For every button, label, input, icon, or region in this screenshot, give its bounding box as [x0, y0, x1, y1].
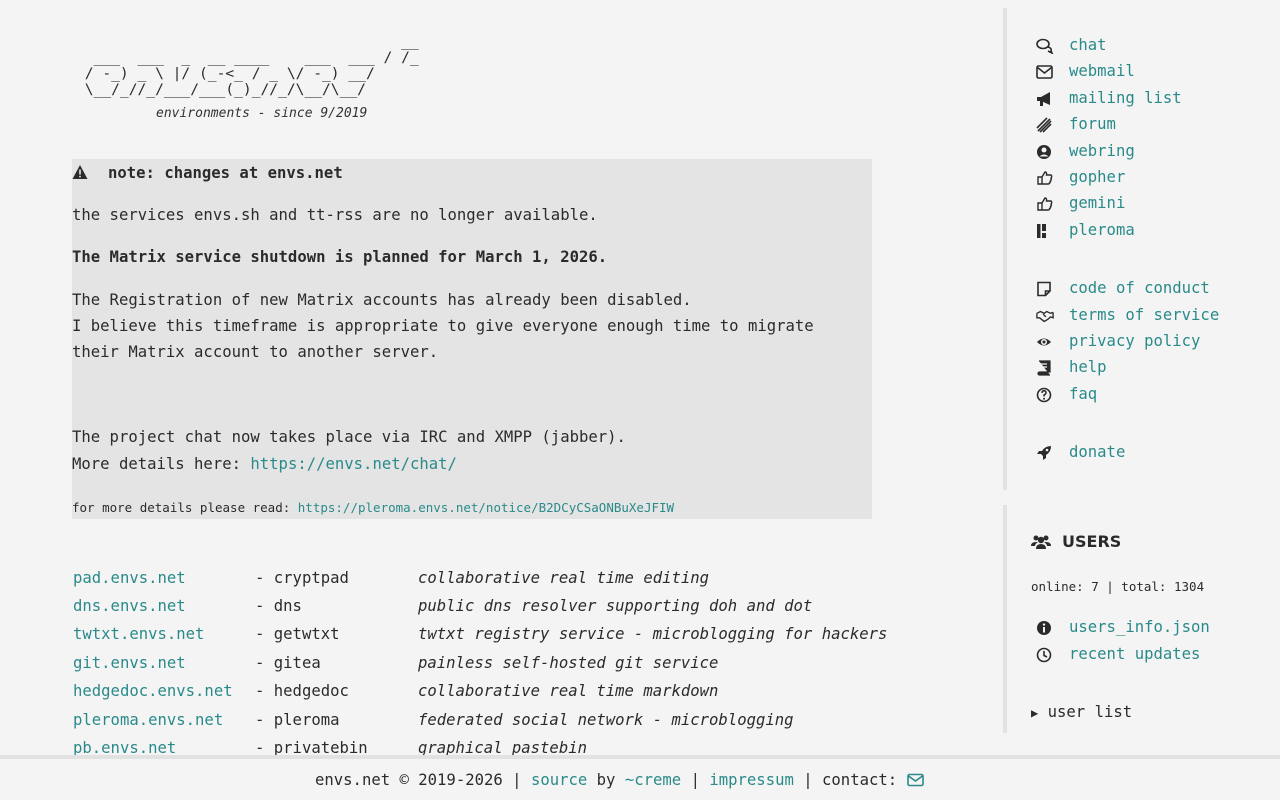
- service-software: - pleroma: [255, 711, 340, 729]
- service-host-link[interactable]: pad.envs.net: [73, 569, 186, 587]
- clock-icon: [1036, 647, 1052, 663]
- note-chat-line: The project chat now takes place via IRC…: [72, 428, 626, 446]
- envelope-icon: [906, 773, 924, 787]
- service-description: collaborative real time markdown: [418, 682, 719, 700]
- nav-link[interactable]: faq: [1069, 385, 1097, 403]
- service-host-link[interactable]: hedgedoc.envs.net: [73, 682, 233, 700]
- chat-details-link[interactable]: https://envs.net/chat/: [250, 455, 457, 473]
- users-icon: [1031, 535, 1051, 549]
- footer-separator: |: [681, 771, 710, 789]
- service-host-link[interactable]: pleroma.envs.net: [73, 711, 223, 729]
- nav-link[interactable]: chat: [1069, 36, 1107, 54]
- user-circle-icon: [1037, 145, 1051, 159]
- logo-tagline: environments - since 9/2019: [156, 106, 368, 121]
- nav-link[interactable]: donate: [1069, 443, 1125, 461]
- note-line: the services envs.sh and tt-rss are no l…: [72, 206, 598, 224]
- note-paragraph: The Registration of new Matrix accounts …: [72, 291, 692, 309]
- service-description: painless self-hosted git service: [418, 654, 719, 672]
- service-software: - privatebin: [255, 739, 368, 755]
- note-paragraph: I believe this timeframe is appropriate …: [72, 317, 814, 335]
- footer-source-link[interactable]: source: [531, 771, 587, 789]
- handshake-icon: [1036, 310, 1054, 323]
- footer: envs.net © 2019-2026 | source by ~creme …: [0, 755, 1280, 800]
- nav-link[interactable]: code of conduct: [1069, 279, 1210, 297]
- sticky-note-icon: [1037, 281, 1051, 297]
- service-software: - getwtxt: [255, 625, 340, 643]
- comments-icon: [1036, 38, 1054, 54]
- note-line-bold: The Matrix service shutdown is planned f…: [72, 248, 608, 266]
- note-paragraph: their Matrix account to another server.: [72, 343, 439, 361]
- note-box: note: changes at envs.net the services e…: [72, 159, 872, 519]
- footer-copyright: envs.net © 2019-2026 |: [315, 771, 531, 789]
- users-online-count: online: 7 | total: 1304: [1031, 579, 1205, 594]
- nav-link[interactable]: terms of service: [1069, 306, 1219, 324]
- nav-link[interactable]: gemini: [1069, 194, 1125, 212]
- disclosure-triangle-icon: ▶: [1031, 706, 1039, 720]
- service-host-link[interactable]: twtxt.envs.net: [73, 625, 204, 643]
- service-software: - hedgedoc: [255, 682, 349, 700]
- note-title: note: changes at envs.net: [108, 164, 343, 182]
- nav-link[interactable]: help: [1069, 358, 1107, 376]
- info-circle-icon: [1037, 621, 1051, 635]
- nav-link[interactable]: forum: [1069, 115, 1116, 133]
- note-chat-prefix: More details here:: [72, 455, 251, 473]
- ascii-logo: __ ___ ___ _ __ ____ ___ ___ / /_ / -_) …: [84, 33, 419, 98]
- users-panel: USERS online: 7 | total: 1304 users_info…: [1003, 505, 1280, 733]
- discourse-icon: [1036, 117, 1052, 133]
- service-host-link[interactable]: git.envs.net: [73, 654, 186, 672]
- question-circle-icon: [1036, 387, 1052, 403]
- eye-icon: [1037, 338, 1051, 346]
- users-title: USERS: [1062, 532, 1122, 551]
- footer-impressum-link[interactable]: impressum: [709, 771, 794, 789]
- service-host-link[interactable]: pb.envs.net: [73, 739, 176, 755]
- main-content: __ ___ ___ _ __ ____ ___ ___ / /_ / -_) …: [72, 0, 932, 755]
- note-more-details: for more details please read: https://pl…: [72, 500, 674, 515]
- envelope-icon: [1036, 65, 1053, 79]
- sidebar-navigation: chat webmail mailing list forum webring …: [1003, 8, 1280, 490]
- hand-point-icon: [1037, 197, 1053, 211]
- footer-contact-link[interactable]: [906, 773, 924, 787]
- footer-text: envs.net © 2019-2026 | source by ~creme …: [315, 771, 924, 789]
- note-more-prefix: for more details please read:: [72, 500, 298, 515]
- nav-link[interactable]: mailing list: [1069, 89, 1182, 107]
- nav-link[interactable]: webring: [1069, 142, 1135, 160]
- nav-link[interactable]: pleroma: [1069, 221, 1135, 239]
- nav-link[interactable]: gopher: [1069, 168, 1125, 186]
- footer-by: by: [587, 771, 625, 789]
- nav-link[interactable]: recent updates: [1069, 645, 1200, 663]
- nav-link[interactable]: webmail: [1069, 62, 1135, 80]
- service-description: twtxt registry service - microblogging f…: [418, 625, 888, 643]
- note-chat-details: More details here: https://envs.net/chat…: [72, 455, 457, 473]
- user-list-toggle[interactable]: ▶ user list: [1031, 703, 1132, 721]
- service-description: federated social network - microblogging: [418, 711, 794, 729]
- footer-contact-label: | contact:: [793, 771, 907, 789]
- service-description: public dns resolver supporting doh and d…: [418, 597, 813, 615]
- service-description: collaborative real time editing: [418, 569, 710, 587]
- bullhorn-icon: [1037, 92, 1050, 106]
- pleroma-icon: [1037, 224, 1046, 238]
- nav-link[interactable]: users_info.json: [1069, 618, 1210, 636]
- service-software: - dns: [255, 597, 302, 615]
- service-host-link[interactable]: dns.envs.net: [73, 597, 186, 615]
- nav-link[interactable]: privacy policy: [1069, 332, 1200, 350]
- footer-author-link[interactable]: ~creme: [625, 771, 681, 789]
- user-list-label: user list: [1047, 703, 1133, 721]
- pleroma-notice-link[interactable]: https://pleroma.envs.net/notice/B2DCyCSa…: [298, 500, 674, 515]
- service-software: - cryptpad: [255, 569, 349, 587]
- service-software: - gitea: [255, 654, 321, 672]
- rocket-icon: [1037, 446, 1051, 460]
- service-description: graphical pastebin: [418, 739, 587, 755]
- book-icon: [1037, 360, 1051, 376]
- warning-icon: [72, 165, 88, 179]
- hand-point-icon: [1037, 171, 1053, 185]
- note-title-row: note: changes at envs.net: [72, 164, 343, 182]
